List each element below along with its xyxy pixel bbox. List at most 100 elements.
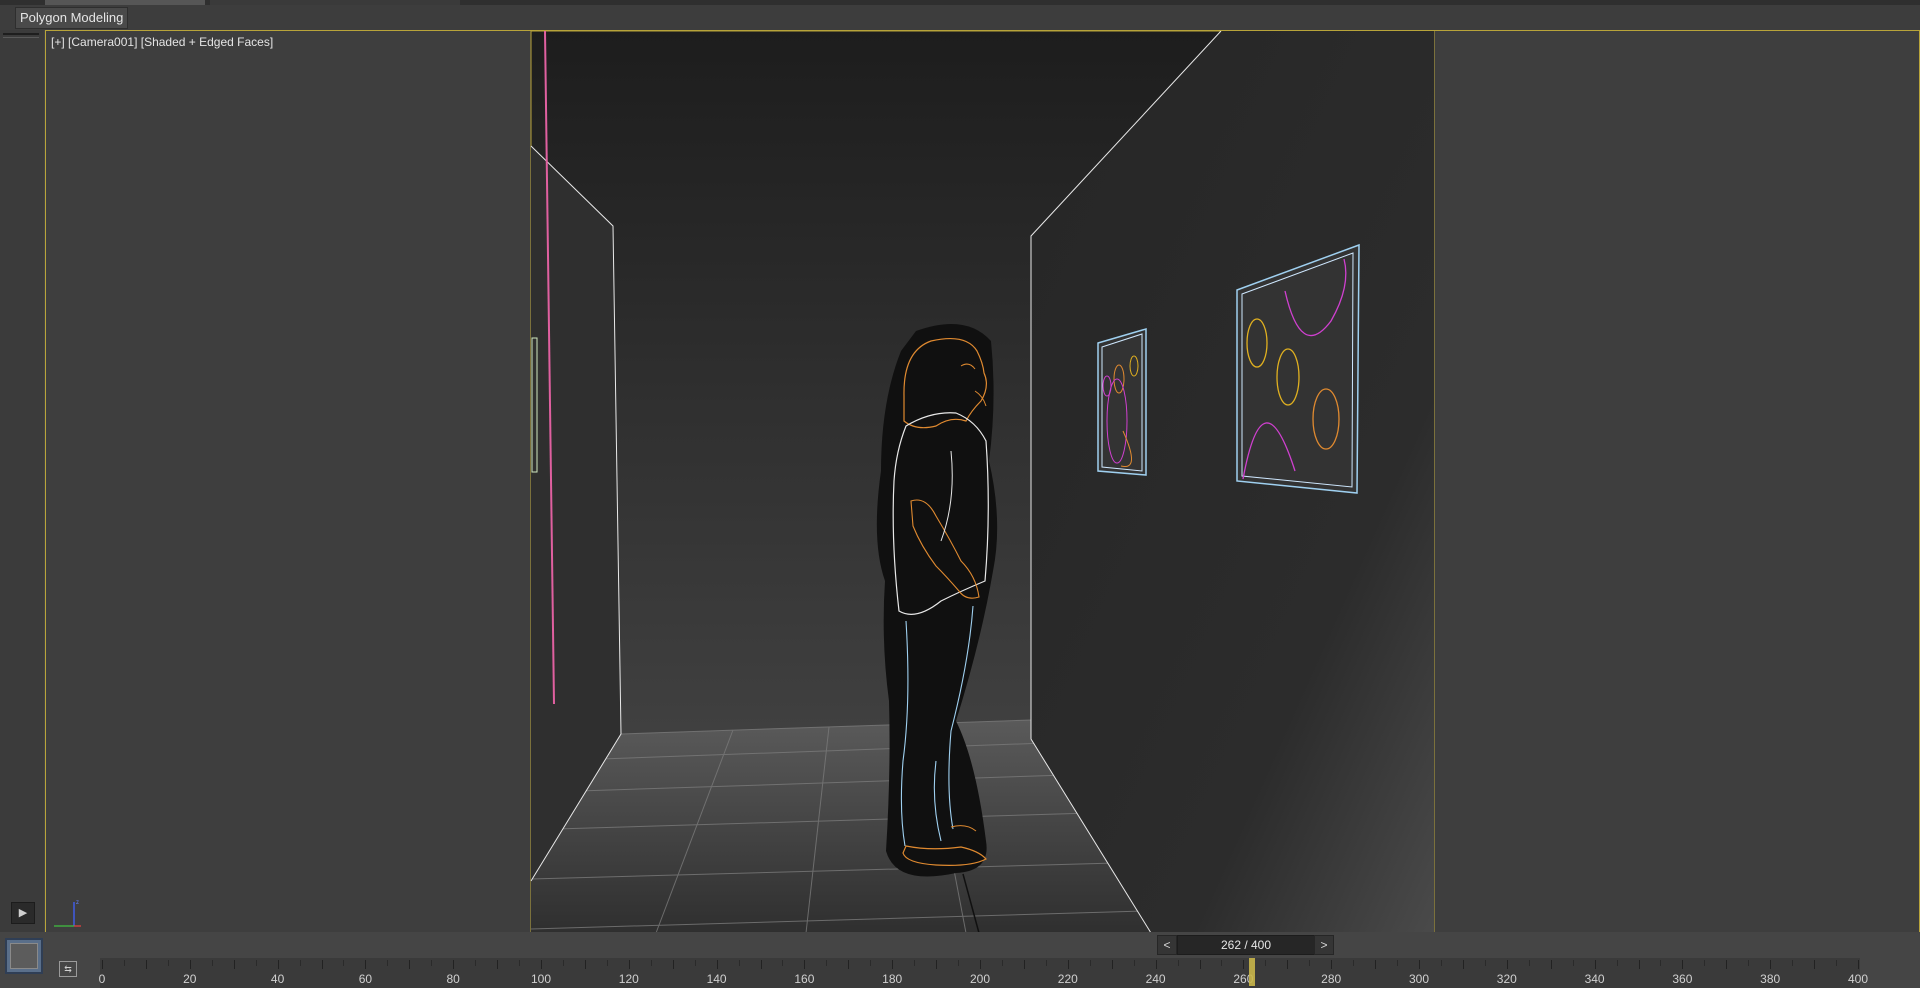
timeline-tick	[1616, 960, 1618, 966]
timeline-tick-label: 160	[794, 972, 815, 986]
timeline-tick	[453, 960, 455, 969]
timeline-tick	[102, 960, 103, 969]
timeline-tick	[1638, 960, 1640, 969]
timeline-tick	[1440, 960, 1442, 966]
timeline-tick	[1792, 960, 1794, 966]
set-key-icon[interactable]: ⇆	[59, 961, 77, 977]
timeline-tick	[650, 960, 652, 966]
timeline-ruler[interactable]: 0 20 40 60 80 100 120 140 160 180 200 220 240 260 280 3…	[99, 958, 1868, 988]
timeline-tick	[1375, 960, 1377, 969]
timeline-tick	[628, 960, 630, 969]
timeline-tick	[1111, 960, 1113, 969]
timeline-tick	[189, 960, 191, 969]
timeline-tick	[1265, 960, 1267, 966]
timeline-tick-label: 220	[1057, 972, 1078, 986]
timeline-tick	[1397, 960, 1399, 966]
timeline-tick-label: 80	[446, 972, 460, 986]
timeline-tick	[1309, 960, 1311, 966]
ribbon-polygon-modeling-label[interactable]: Polygon Modeling	[15, 7, 129, 29]
timeline-tick	[431, 960, 433, 966]
timeline-tick	[1023, 960, 1025, 969]
timeline-tick-label: 300	[1408, 972, 1430, 986]
timeline-tick	[1001, 960, 1003, 966]
timeline-tick-label: 320	[1496, 972, 1517, 986]
timeline-tick-label: 140	[706, 972, 727, 986]
frame-counter[interactable]: 262 / 400	[1177, 935, 1315, 955]
timeline-tick-label: 360	[1672, 972, 1693, 986]
play-animation-button[interactable]: ▶	[11, 902, 35, 924]
timeline-tick	[343, 960, 345, 966]
timeline-tick	[541, 960, 542, 969]
timeline-tick	[497, 960, 499, 969]
timeline-tick	[1067, 960, 1069, 969]
timeline-tick	[277, 960, 279, 969]
timeline-tick	[1726, 960, 1728, 969]
timeline-tick	[672, 960, 674, 969]
next-frame-button[interactable]: >	[1314, 935, 1334, 955]
timeline-tick	[321, 960, 323, 969]
timeline-tick	[1177, 960, 1179, 966]
timeline-tick	[1287, 960, 1289, 969]
timeline-tick	[387, 960, 389, 966]
timeline-tick	[1199, 960, 1201, 969]
ribbon-tab-strip	[0, 0, 1920, 5]
timeline-tick	[233, 960, 235, 969]
timeline-tick	[1748, 960, 1750, 966]
timeline-tick	[760, 960, 762, 969]
timeline-tick-label: 400	[1847, 972, 1869, 986]
timeline-tick	[716, 960, 718, 969]
timeline-tick-label: 240	[1145, 972, 1166, 986]
timeline-tick-label: 180	[882, 972, 903, 986]
timeline-tick	[562, 960, 564, 966]
timeline-tick	[980, 960, 981, 969]
timeline-tick	[1506, 960, 1508, 969]
timeline-tick	[1814, 960, 1816, 969]
timeline-tick	[475, 960, 477, 966]
viewport-left-toolbar	[0, 30, 44, 932]
timeline-tick	[1045, 960, 1047, 966]
timeline-tick	[1858, 960, 1859, 969]
timeline-tick-label: 200	[969, 972, 991, 986]
timeline-tick-label: 60	[358, 972, 373, 986]
timeline-tick-label: 20	[183, 972, 197, 986]
axis-gizmo-icon: z	[54, 900, 81, 927]
toolbar-grip[interactable]	[3, 33, 39, 35]
timeline-tick	[365, 960, 367, 969]
timeline-cursor[interactable]	[1249, 958, 1256, 986]
play-icon: ▶	[18, 907, 28, 919]
timeline-tick	[848, 960, 850, 969]
timeline-tick-label: 120	[618, 972, 639, 986]
timeline-tick	[914, 960, 916, 966]
timeline-tick	[1155, 960, 1157, 969]
timeline-tick	[1682, 960, 1684, 969]
timeline-tick	[936, 960, 938, 969]
timeline-tick	[1770, 960, 1772, 969]
timeline-tick	[1484, 960, 1486, 966]
timeline-tick	[1353, 960, 1355, 966]
toolbar-grip	[3, 37, 39, 38]
timeline-tick	[1133, 960, 1135, 966]
timeline-tick	[1221, 960, 1223, 966]
timeline-tick	[1550, 960, 1552, 969]
timeline-tick	[1660, 960, 1662, 966]
timeline-tick	[1704, 960, 1706, 966]
timeline-tick	[804, 960, 806, 969]
timeline-tick-label: 100	[530, 972, 552, 986]
timeline-tick	[694, 960, 696, 966]
thumbnail-inner	[10, 943, 38, 969]
timeline-tick	[1594, 960, 1596, 969]
ribbon-tab[interactable]	[45, 0, 205, 5]
timeline-tick	[1243, 960, 1245, 969]
painting-small[interactable]	[1097, 328, 1147, 476]
svg-text:z: z	[76, 900, 79, 906]
viewport-thumbnail[interactable]	[5, 938, 43, 974]
timeline-tick	[738, 960, 740, 966]
timeline-tick	[892, 960, 894, 969]
prev-frame-button[interactable]: <	[1157, 935, 1177, 955]
timeline-tick	[1331, 960, 1333, 969]
ribbon-tab[interactable]	[210, 0, 460, 5]
camera-viewport[interactable]: [+] [Camera001] [Shaded + Edged Faces] z	[45, 30, 1920, 934]
timeline-tick	[1836, 960, 1838, 966]
timeline-tick-label: 340	[1584, 972, 1605, 986]
timeline-tick	[870, 960, 872, 966]
